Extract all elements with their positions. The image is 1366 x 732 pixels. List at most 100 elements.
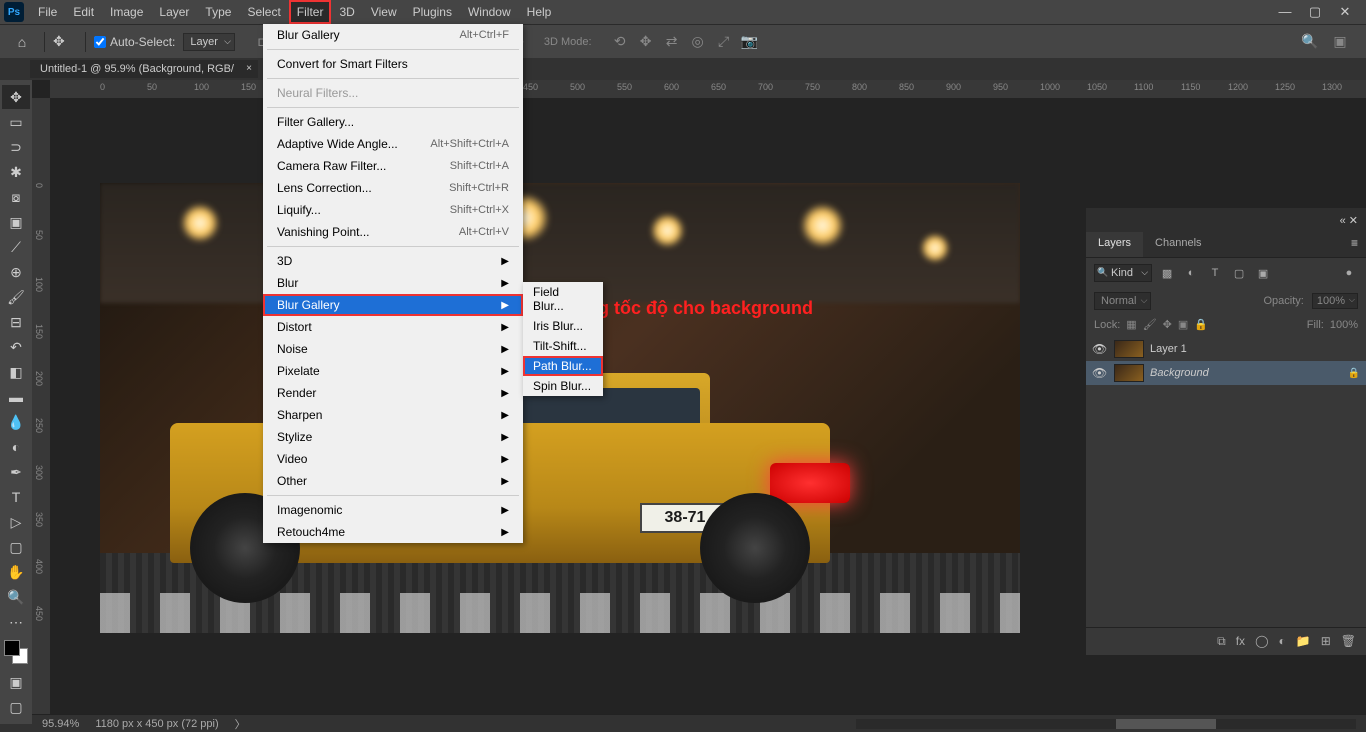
crop-tool[interactable]: ⧇ [2,185,30,209]
filter-convert-smart[interactable]: Convert for Smart Filters [263,53,523,75]
filter-pixel-icon[interactable]: ▩ [1158,265,1176,281]
new-layer-icon[interactable]: ⊞ [1321,634,1331,649]
filter-pixelate[interactable]: Pixelate▶ [263,360,523,382]
document-tab[interactable]: Untitled-1 @ 95.9% (Background, RGB/ × [30,60,258,78]
lock-all-icon[interactable]: 🔒 [1194,318,1208,331]
lasso-tool[interactable]: ⊃ [2,135,30,159]
horizontal-scrollbar[interactable] [856,719,1356,729]
filter-stylize[interactable]: Stylize▶ [263,426,523,448]
filter-other[interactable]: Other▶ [263,470,523,492]
menu-file[interactable]: File [30,0,65,24]
chevron-right-icon[interactable]: 〉 [235,716,246,732]
filter-vanishing-point[interactable]: Vanishing Point...Alt+Ctrl+V [263,221,523,243]
lock-transparency-icon[interactable]: ▦ [1126,318,1136,331]
filter-render[interactable]: Render▶ [263,382,523,404]
filter-blur[interactable]: Blur▶ [263,272,523,294]
type-tool[interactable]: T [2,485,30,509]
pen-tool[interactable]: ✒ [2,460,30,484]
menu-plugins[interactable]: Plugins [405,0,460,24]
menu-type[interactable]: Type [197,0,239,24]
submenu-path-blur[interactable]: Path Blur... [523,356,603,376]
quick-mask-icon[interactable]: ▣ [2,670,30,694]
gradient-tool[interactable]: ▬ [2,385,30,409]
move-tool[interactable]: ✥ [2,85,30,109]
window-maximize-icon[interactable]: ▢ [1306,4,1324,20]
filter-gallery[interactable]: Filter Gallery... [263,111,523,133]
color-swatches[interactable] [4,640,28,664]
adjustment-layer-icon[interactable]: ◐ [1279,634,1286,649]
zoom-percentage[interactable]: 95.94% [42,718,79,730]
marquee-tool[interactable]: ▭ [2,110,30,134]
window-minimize-icon[interactable]: — [1276,4,1294,20]
layer-row[interactable]: 👁 Layer 1 [1086,337,1366,361]
filter-blur-gallery[interactable]: Blur Gallery▶ [263,294,523,316]
shape-tool[interactable]: ▢ [2,535,30,559]
filter-lens-correction[interactable]: Lens Correction...Shift+Ctrl+R [263,177,523,199]
window-close-icon[interactable]: ✕ [1336,4,1354,20]
hand-tool[interactable]: ✋ [2,560,30,584]
menu-edit[interactable]: Edit [65,0,102,24]
layer-row[interactable]: 👁 Background 🔒 [1086,361,1366,385]
screen-mode-icon[interactable]: ▢ [2,695,30,719]
workspace-icon[interactable]: ▣ [1330,32,1350,52]
filter-retouch4me[interactable]: Retouch4me▶ [263,521,523,543]
layer-fx-icon[interactable]: fx [1236,634,1245,649]
panel-menu-icon[interactable]: ≡ [1343,232,1366,257]
filter-shape-icon[interactable]: ▢ [1230,265,1248,281]
healing-tool[interactable]: ⊕ [2,260,30,284]
menu-view[interactable]: View [363,0,405,24]
filter-last-used[interactable]: Blur GalleryAlt+Ctrl+F [263,24,523,46]
lock-image-icon[interactable]: 🖌 [1143,318,1157,331]
panel-collapse-icon[interactable]: « ✕ [1332,214,1366,227]
auto-select-checkbox[interactable]: Auto-Select: [94,35,175,49]
submenu-iris-blur[interactable]: Iris Blur... [523,316,603,336]
filter-smart-icon[interactable]: ▣ [1254,265,1272,281]
submenu-field-blur[interactable]: Field Blur... [523,282,603,316]
menu-3d[interactable]: 3D [331,0,362,24]
path-selection-tool[interactable]: ▷ [2,510,30,534]
eraser-tool[interactable]: ◧ [2,360,30,384]
lock-position-icon[interactable]: ✥ [1163,318,1172,331]
filter-3d[interactable]: 3D▶ [263,250,523,272]
menu-image[interactable]: Image [102,0,151,24]
filter-toggle-icon[interactable]: ● [1340,265,1358,281]
menu-layer[interactable]: Layer [151,0,197,24]
menu-select[interactable]: Select [239,0,288,24]
layer-thumbnail[interactable] [1114,364,1144,382]
lock-artboard-icon[interactable]: ▣ [1178,318,1188,331]
dodge-tool[interactable]: ◐ [2,435,30,459]
filter-type-icon[interactable]: T [1206,265,1224,281]
opacity-value[interactable]: 100% [1312,293,1358,309]
history-brush-tool[interactable]: ↶ [2,335,30,359]
edit-toolbar[interactable]: ⋯ [2,610,30,634]
eyedropper-tool[interactable]: ⟋ [2,235,30,259]
search-icon[interactable]: 🔍 [1300,32,1320,52]
canvas-image[interactable]: 38-71 [100,183,1020,633]
zoom-tool[interactable]: 🔍 [2,585,30,609]
layer-group-icon[interactable]: 📁 [1296,634,1311,649]
fill-value[interactable]: 100% [1330,319,1358,331]
submenu-tilt-shift[interactable]: Tilt-Shift... [523,336,603,356]
filter-adjustment-icon[interactable]: ◐ [1182,265,1200,281]
filter-camera-raw[interactable]: Camera Raw Filter...Shift+Ctrl+A [263,155,523,177]
frame-tool[interactable]: ▣ [2,210,30,234]
magic-wand-tool[interactable]: ✱ [2,160,30,184]
layer-filter-kind[interactable]: Kind [1094,264,1152,282]
layer-mask-icon[interactable]: ◯ [1255,634,1268,649]
layer-visibility-icon[interactable]: 👁 [1092,366,1108,380]
filter-liquify[interactable]: Liquify...Shift+Ctrl+X [263,199,523,221]
blur-tool[interactable]: 💧 [2,410,30,434]
home-button[interactable]: ⌂ [8,30,36,54]
layer-visibility-icon[interactable]: 👁 [1092,342,1108,356]
filter-noise[interactable]: Noise▶ [263,338,523,360]
tab-channels[interactable]: Channels [1143,232,1213,257]
brush-tool[interactable]: 🖌 [2,285,30,309]
clone-stamp-tool[interactable]: ⊟ [2,310,30,334]
filter-distort[interactable]: Distort▶ [263,316,523,338]
menu-help[interactable]: Help [519,0,560,24]
filter-sharpen[interactable]: Sharpen▶ [263,404,523,426]
tab-layers[interactable]: Layers [1086,232,1143,257]
menu-filter[interactable]: Filter [289,0,332,24]
submenu-spin-blur[interactable]: Spin Blur... [523,376,603,396]
menu-window[interactable]: Window [460,0,519,24]
